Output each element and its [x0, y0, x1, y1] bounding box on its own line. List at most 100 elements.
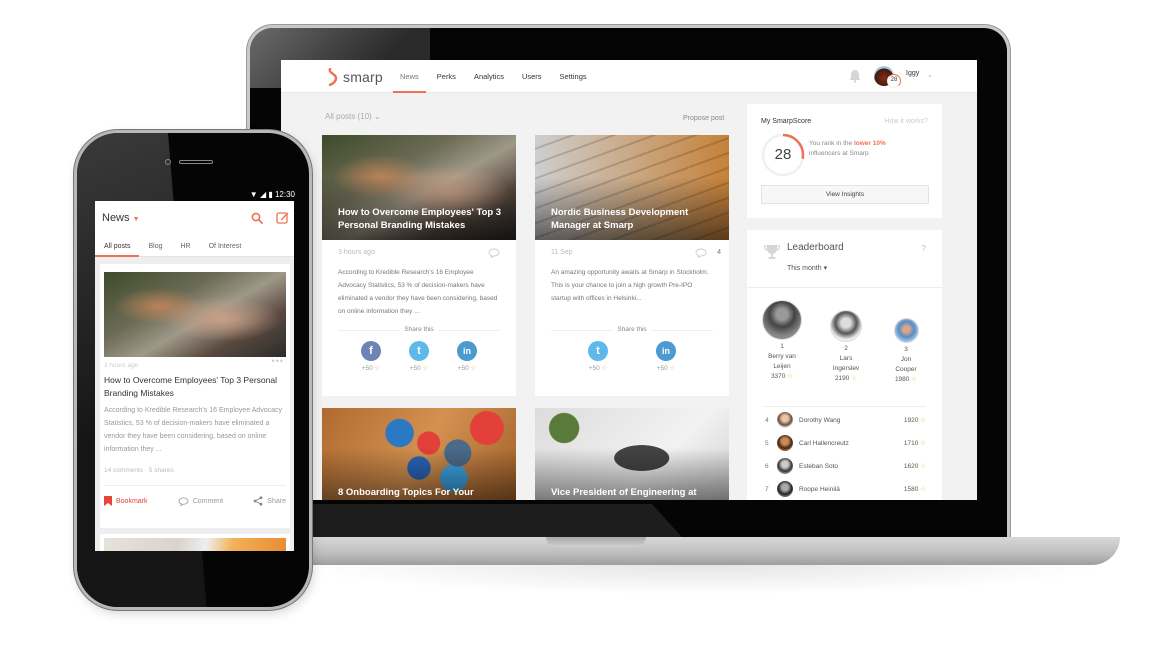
podium-first[interactable]: 1 Berry van Leijen 3370 ☆: [759, 300, 805, 382]
podium-points: 2190: [834, 375, 850, 382]
propose-post-link[interactable]: Propose post: [683, 115, 724, 122]
row-points: 1920: [903, 417, 919, 424]
comment-button[interactable]: Comment: [178, 496, 223, 506]
row-rank: 5: [765, 439, 769, 447]
podium-third[interactable]: 3 Jon Cooper 1980 ☆: [883, 318, 929, 385]
nav-analytics[interactable]: Analytics: [465, 60, 513, 93]
user-name[interactable]: Iggy: [906, 70, 919, 77]
search-icon[interactable]: [251, 212, 263, 224]
star-icon: ☆: [787, 373, 794, 380]
post-filter-dropdown[interactable]: All posts (10) ⌄: [325, 112, 381, 121]
divider: [104, 485, 286, 486]
laptop-shadow: [290, 565, 1110, 595]
podium-name: Berry van: [768, 353, 796, 360]
how-it-works-link[interactable]: How it works?: [884, 118, 928, 125]
linkedin-share-icon[interactable]: in: [656, 341, 676, 361]
nav-users[interactable]: Users: [513, 60, 551, 93]
feed-selector[interactable]: News ▼: [102, 212, 140, 224]
comment-icon: [178, 496, 189, 506]
linkedin-share-icon[interactable]: in: [457, 341, 477, 361]
comment-count: 4: [717, 249, 721, 256]
smarp-logo[interactable]: smarp: [327, 68, 383, 86]
post-title[interactable]: Vice President of Engineering at Smarp: [551, 486, 717, 500]
podium-second[interactable]: 2 Lars Ingerslev 2190 ☆: [823, 310, 869, 384]
row-points: 1710: [903, 440, 919, 447]
avatar: [762, 300, 802, 340]
user-score-badge: 28: [887, 74, 901, 88]
caret-down-icon: ▾: [823, 265, 828, 272]
post-excerpt: According to Kredible Research's 16 Empl…: [338, 269, 498, 315]
post-actions: Bookmark Comment Share: [104, 496, 286, 506]
podium-rank: 2: [844, 345, 848, 352]
rank-prefix: You rank in the: [809, 140, 853, 147]
row-name: Carl Hallencreutz: [799, 439, 849, 447]
avatar: [777, 412, 793, 428]
post-filter-label: All posts (10): [325, 112, 372, 121]
tab-all-posts[interactable]: All posts: [95, 237, 140, 257]
divider: [747, 287, 942, 288]
mobile-tabs: All posts Blog HR Of Interest: [95, 237, 294, 257]
speaker-grille: [179, 160, 213, 164]
tab-blog[interactable]: Blog: [139, 237, 171, 257]
nav-news[interactable]: News: [391, 60, 428, 93]
leaderboard-row[interactable]: 7 Roope Heinilä 1580 ☆: [765, 479, 926, 499]
leaderboard-row[interactable]: 4 Dorothy Wang 1920 ☆: [765, 410, 926, 430]
phone-frame: ▼ ◢ ▮ 12:30 News ▼ All posts Blog HR Of …: [74, 130, 312, 610]
post-title[interactable]: How to Overcome Employees' Top 3 Persona…: [338, 206, 504, 232]
post-image: 8 Onboarding Topics For Your Employee Ad…: [322, 408, 516, 500]
view-insights-button[interactable]: View Insights: [761, 185, 929, 204]
post-card[interactable]: 8 Onboarding Topics For Your Employee Ad…: [322, 408, 516, 500]
chevron-down-icon[interactable]: ⌄: [927, 71, 933, 79]
post-title[interactable]: How to Overcome Employees' Top 3 Persona…: [104, 374, 284, 400]
smarp-logo-icon: [328, 68, 338, 86]
podium-name: Leijen: [773, 363, 791, 370]
front-camera: [165, 159, 171, 165]
wifi-icon: ▼: [249, 190, 258, 199]
row-rank: 4: [765, 416, 769, 424]
help-icon[interactable]: ?: [922, 244, 926, 253]
mobile-post-card[interactable]: [100, 534, 290, 551]
post-image: [104, 538, 286, 551]
tab-of-interest[interactable]: Of Interest: [200, 237, 251, 257]
share-points: +50: [361, 365, 373, 372]
rank-highlight: lower 10%: [853, 140, 886, 147]
post-image: How to Overcome Employees' Top 3 Persona…: [322, 135, 516, 240]
tab-hr[interactable]: HR: [171, 237, 199, 257]
podium-points: 1980: [894, 376, 910, 383]
comment-icon[interactable]: [695, 248, 707, 258]
smarpscore-panel: My SmarpScore How it works? 28 You rank …: [747, 104, 942, 218]
post-title[interactable]: Nordic Business Development Manager at S…: [551, 206, 717, 232]
post-image: Nordic Business Development Manager at S…: [535, 135, 729, 240]
period-dropdown[interactable]: This month ▾: [787, 264, 827, 272]
nav-settings[interactable]: Settings: [551, 60, 596, 93]
compose-icon[interactable]: [276, 211, 289, 224]
post-card[interactable]: Vice President of Engineering at Smarp: [535, 408, 729, 500]
twitter-share-icon[interactable]: t: [588, 341, 608, 361]
row-name: Esteban Soto: [799, 462, 839, 470]
notification-bell-icon[interactable]: [848, 69, 862, 83]
more-options-icon[interactable]: •••: [272, 356, 284, 366]
bookmark-icon: [104, 496, 112, 506]
nav-perks[interactable]: Perks: [428, 60, 465, 93]
leaderboard-row[interactable]: 5 Carl Hallencreutz 1710 ☆: [765, 433, 926, 453]
share-button[interactable]: Share: [253, 496, 286, 506]
leaderboard-row[interactable]: 6 Esteban Soto 1620 ☆: [765, 456, 926, 476]
facebook-share-icon[interactable]: f: [361, 341, 381, 361]
post-time: 3 hours ago: [104, 362, 139, 369]
row-rank: 6: [765, 462, 769, 470]
avatar: [777, 481, 793, 497]
avatar: [777, 458, 793, 474]
comment-icon[interactable]: [488, 248, 500, 258]
twitter-share-icon[interactable]: t: [409, 341, 429, 361]
podium-name: Lars: [839, 355, 853, 362]
avatar: [777, 435, 793, 451]
mobile-post-card[interactable]: 3 hours ago ••• How to Overcome Employee…: [100, 264, 290, 528]
bookmark-button[interactable]: Bookmark: [104, 496, 148, 506]
status-time: 12:30: [274, 190, 295, 199]
post-title[interactable]: 8 Onboarding Topics For Your Employee Ad…: [338, 486, 504, 500]
post-image: Vice President of Engineering at Smarp: [535, 408, 729, 500]
post-card[interactable]: How to Overcome Employees' Top 3 Persona…: [322, 135, 516, 396]
post-stats: 14 comments · 5 shares: [104, 467, 174, 474]
post-card[interactable]: Nordic Business Development Manager at S…: [535, 135, 729, 396]
star-icon: ☆: [920, 463, 926, 470]
